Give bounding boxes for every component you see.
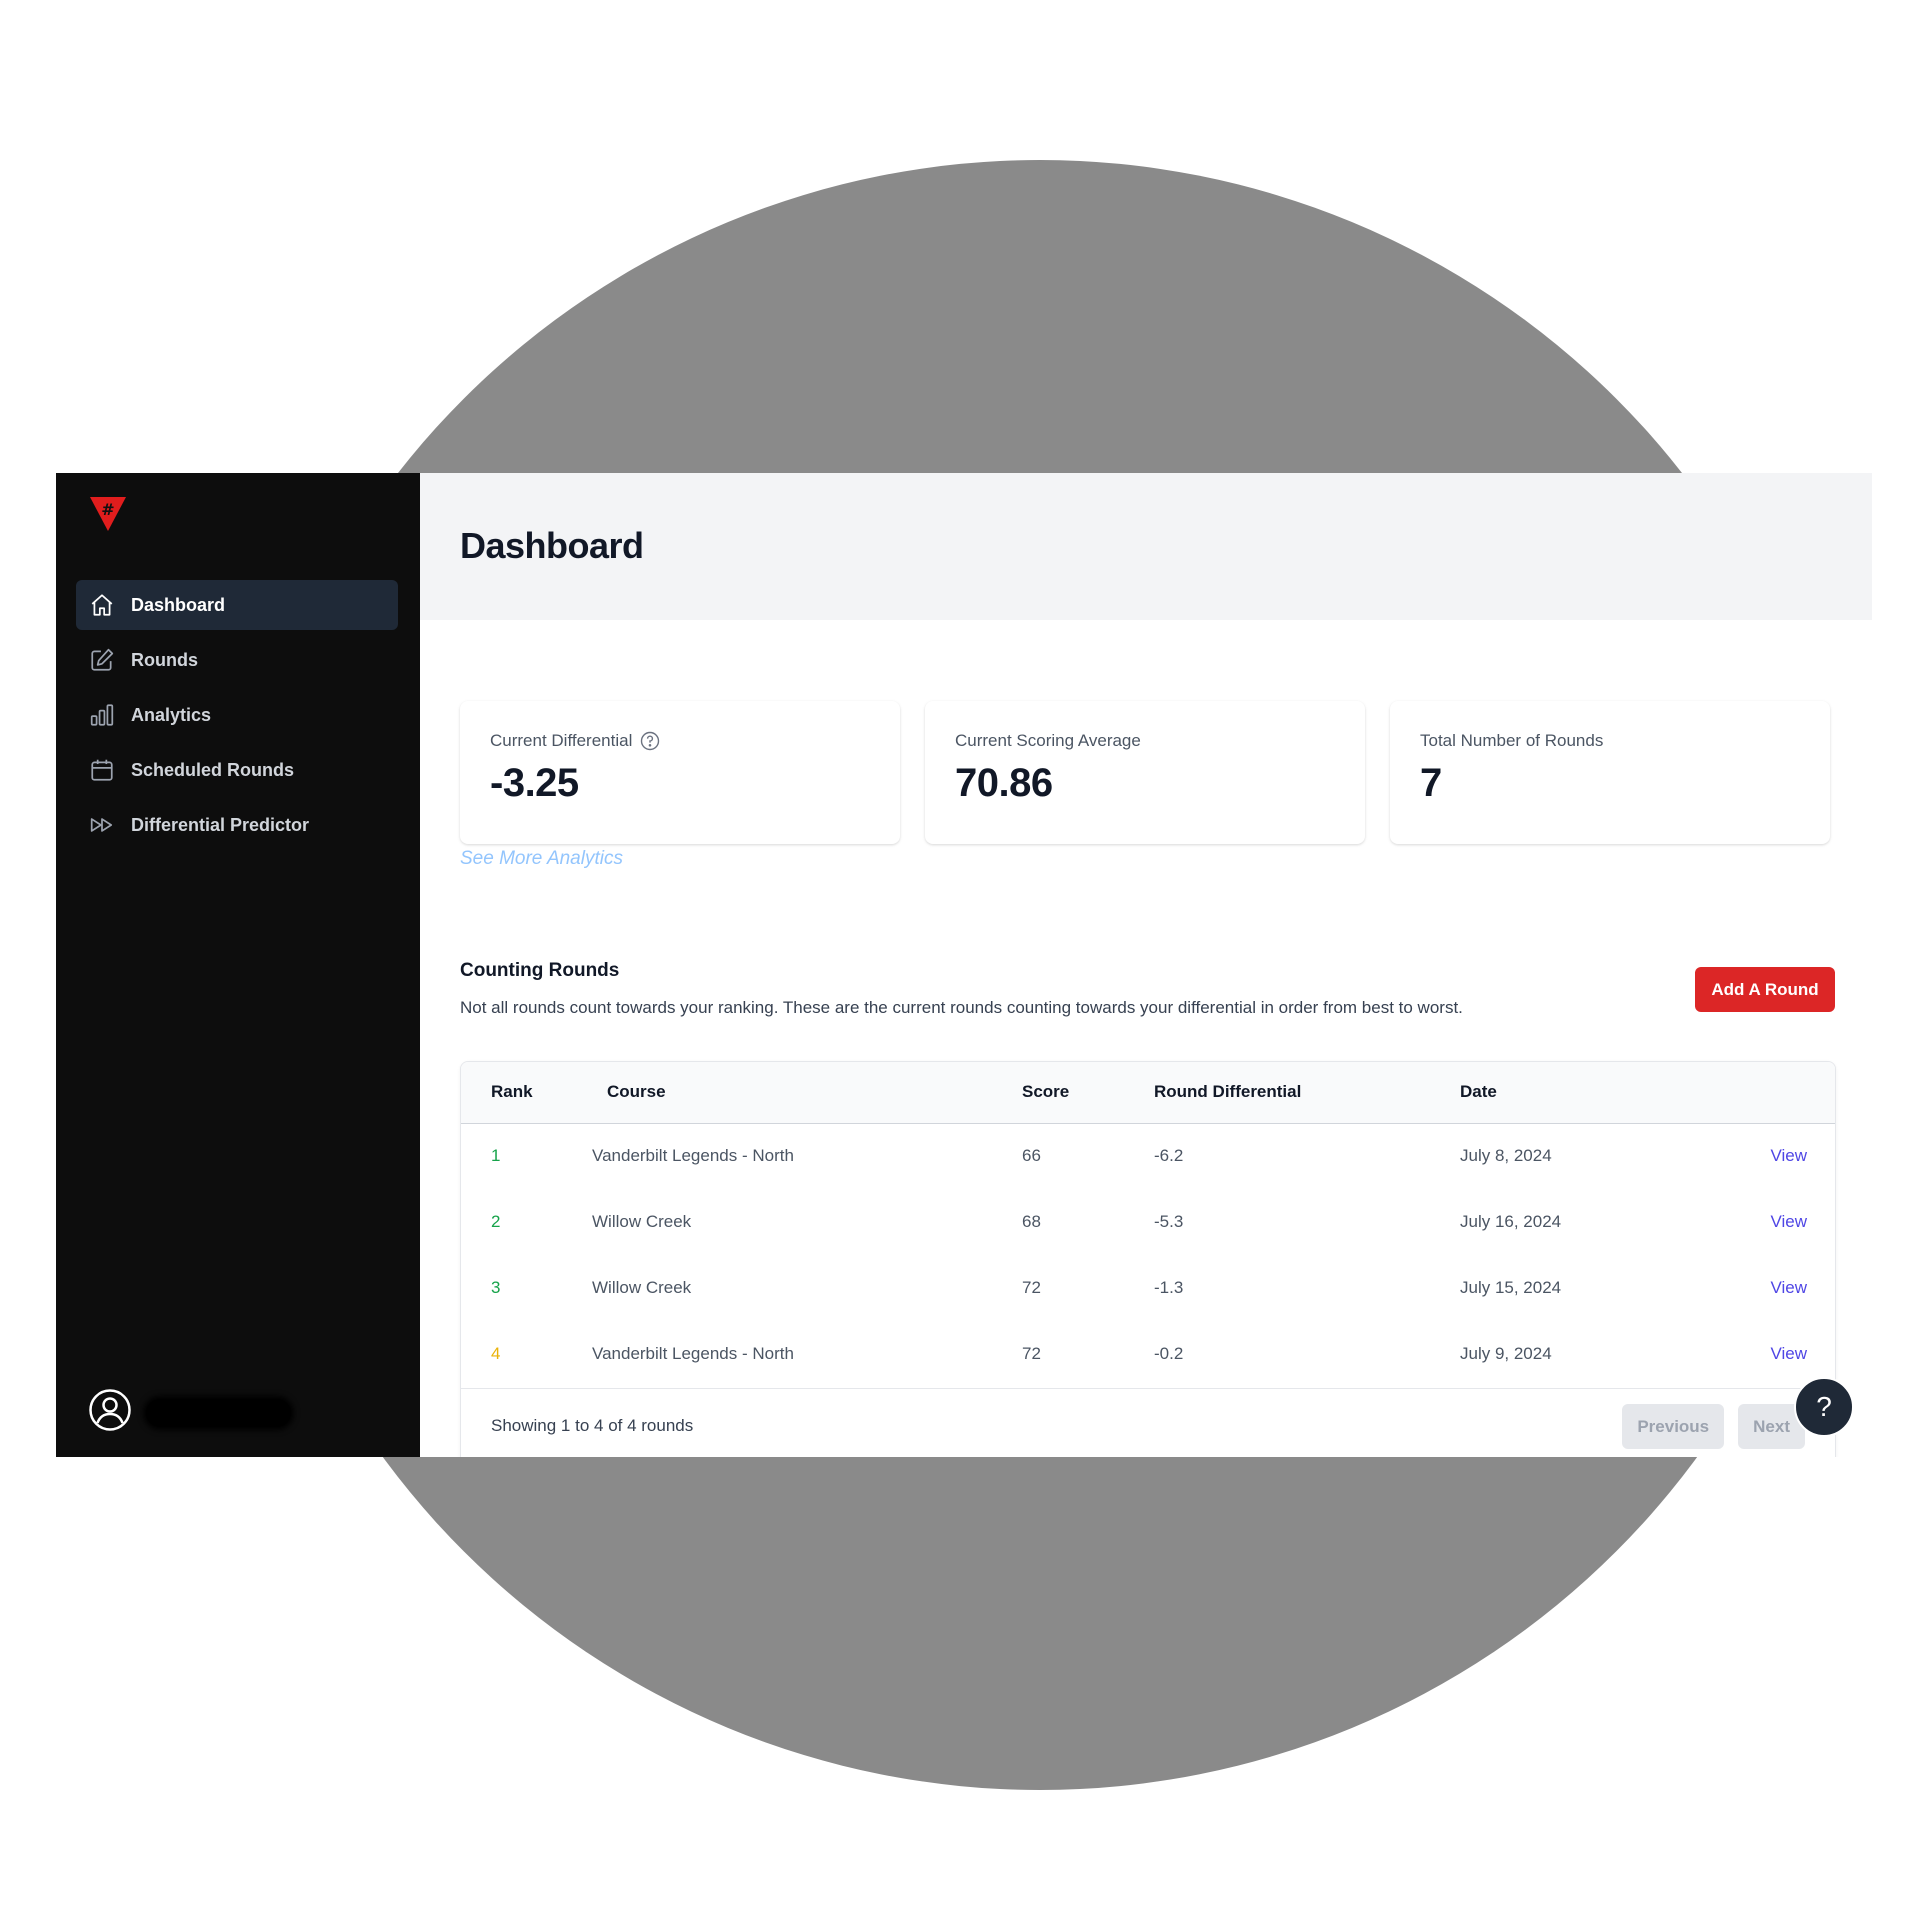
see-more-analytics-link[interactable]: See More Analytics — [460, 848, 623, 870]
stat-card-total-rounds: Total Number of Rounds 7 — [1390, 701, 1830, 844]
home-icon — [88, 591, 116, 619]
stat-value: -3.25 — [490, 761, 579, 805]
stat-label: Current Scoring Average — [955, 731, 1141, 750]
counting-rounds-description: Not all rounds count towards your rankin… — [460, 998, 1463, 1017]
table-row: 4 Vanderbilt Legends - North 72 -0.2 Jul… — [461, 1321, 1835, 1387]
pencil-square-icon — [88, 646, 116, 674]
date-cell: July 9, 2024 — [1460, 1344, 1552, 1363]
sidebar-item-label: Analytics — [131, 704, 212, 725]
table-header-row: Rank Course Score Round Differential Dat… — [461, 1062, 1835, 1123]
rank-cell: 3 — [491, 1278, 501, 1297]
main-content: Dashboard Current Differential -3.25 Cur… — [420, 473, 1872, 1457]
rank-cell: 2 — [491, 1212, 501, 1231]
sidebar-nav: Dashboard Rounds Analytics Scheduled Rou… — [76, 580, 398, 855]
redacted-username — [146, 1398, 291, 1427]
rank-cell: 1 — [491, 1146, 501, 1166]
calendar-icon — [88, 756, 116, 784]
column-header-date[interactable]: Date — [1460, 1062, 1690, 1123]
differential-cell: -5.3 — [1154, 1212, 1184, 1231]
sidebar-item-scheduled-rounds[interactable]: Scheduled Rounds — [76, 745, 398, 795]
view-round-link[interactable]: View — [1770, 1212, 1807, 1231]
stat-label: Total Number of Rounds — [1420, 731, 1604, 750]
date-cell: July 8, 2024 — [1460, 1146, 1552, 1166]
sidebar-item-label: Differential Predictor — [131, 814, 310, 835]
user-circle-icon[interactable] — [88, 1388, 132, 1437]
view-round-link[interactable]: View — [1770, 1146, 1807, 1165]
course-cell: Vanderbilt Legends - North — [592, 1344, 794, 1363]
stat-card-current-differential: Current Differential -3.25 — [460, 701, 900, 844]
course-cell: Willow Creek — [592, 1278, 692, 1297]
column-header-actions — [1690, 1062, 1835, 1123]
question-circle-icon[interactable] — [640, 731, 660, 751]
course-cell: Vanderbilt Legends - North — [592, 1146, 794, 1166]
sidebar-item-differential-predictor[interactable]: Differential Predictor — [76, 800, 398, 850]
stat-label: Current Differential — [490, 731, 870, 751]
column-header-rank[interactable]: Rank — [461, 1062, 607, 1123]
bar-chart-icon — [88, 701, 116, 729]
page-header: Dashboard — [420, 473, 1872, 620]
sidebar-item-rounds[interactable]: Rounds — [76, 635, 398, 685]
score-cell: 68 — [1022, 1212, 1041, 1231]
stat-value: 70.86 — [955, 761, 1053, 805]
fast-forward-icon — [88, 811, 116, 839]
help-fab-button[interactable]: ? — [1794, 1377, 1854, 1437]
previous-page-button[interactable]: Previous — [1622, 1404, 1725, 1449]
counting-rounds-table: Rank Course Score Round Differential Dat… — [460, 1061, 1836, 1457]
column-header-course[interactable]: Course — [607, 1062, 1022, 1123]
counting-rounds-title: Counting Rounds — [460, 960, 620, 981]
score-cell: 72 — [1022, 1344, 1041, 1363]
logo-icon[interactable]: # — [88, 495, 128, 533]
app-window: # Dashboard Rounds Analytics Scheduled R… — [56, 473, 1872, 1457]
score-cell: 66 — [1022, 1146, 1041, 1166]
pagination-summary: Showing 1 to 4 of 4 rounds — [491, 1415, 694, 1435]
course-cell: Willow Creek — [592, 1212, 692, 1231]
rank-cell: 4 — [491, 1344, 501, 1363]
stat-value: 7 — [1420, 761, 1442, 805]
stat-card-scoring-average: Current Scoring Average 70.86 — [925, 701, 1365, 844]
differential-cell: -1.3 — [1154, 1278, 1184, 1297]
differential-cell: -6.2 — [1154, 1146, 1184, 1166]
page-title: Dashboard — [460, 525, 644, 566]
date-cell: July 16, 2024 — [1460, 1212, 1562, 1231]
sidebar-item-label: Scheduled Rounds — [131, 759, 295, 780]
user-profile[interactable] — [88, 1388, 291, 1437]
column-header-round-differential[interactable]: Round Differential — [1154, 1062, 1460, 1123]
sidebar-item-label: Rounds — [131, 649, 198, 670]
table-row: 2 Willow Creek 68 -5.3 July 16, 2024 Vie… — [461, 1189, 1835, 1255]
date-cell: July 15, 2024 — [1460, 1278, 1562, 1297]
table-row: 3 Willow Creek 72 -1.3 July 15, 2024 Vie… — [461, 1255, 1835, 1321]
view-round-link[interactable]: View — [1770, 1278, 1807, 1297]
stats-row: Current Differential -3.25 Current Scori… — [460, 701, 1830, 844]
sidebar: # Dashboard Rounds Analytics Scheduled R… — [56, 473, 420, 1457]
add-round-button[interactable]: Add A Round — [1695, 967, 1835, 1012]
view-round-link[interactable]: View — [1770, 1344, 1807, 1363]
sidebar-item-label: Dashboard — [131, 594, 226, 615]
table-row: 1 Vanderbilt Legends - North 66 -6.2 Jul… — [461, 1123, 1835, 1189]
sidebar-item-dashboard[interactable]: Dashboard — [76, 580, 398, 630]
table-footer: Showing 1 to 4 of 4 rounds Previous Next — [461, 1388, 1835, 1457]
pagination-controls: Previous Next — [1622, 1404, 1805, 1449]
differential-cell: -0.2 — [1154, 1344, 1184, 1363]
stat-label-text: Current Differential — [490, 731, 633, 750]
score-cell: 72 — [1022, 1278, 1041, 1297]
column-header-score[interactable]: Score — [1022, 1062, 1154, 1123]
svg-text:#: # — [101, 500, 114, 519]
sidebar-item-analytics[interactable]: Analytics — [76, 690, 398, 740]
